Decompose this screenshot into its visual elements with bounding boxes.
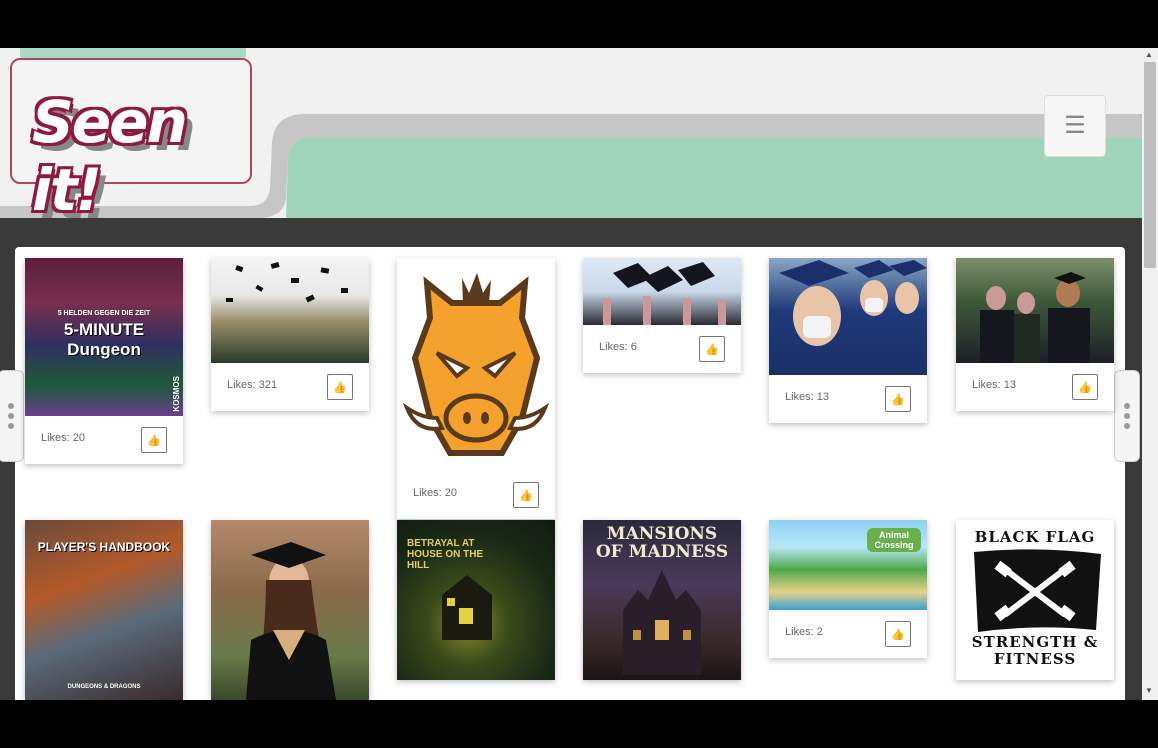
vertical-scrollbar[interactable]: ▲ ▼ [1142, 48, 1158, 700]
card-players-handbook[interactable]: PLAYER'S HANDBOOK DUNGEONS & DRAGONS [25, 520, 183, 700]
card-caption: PLAYER'S HANDBOOK [37, 540, 171, 554]
thumbs-up-icon: 👍 [891, 628, 905, 641]
thumbs-up-icon: 👍 [891, 393, 905, 406]
hamburger-icon: ☰ [1064, 112, 1086, 139]
card-image: PLAYER'S HANDBOOK DUNGEONS & DRAGONS [25, 520, 183, 700]
card-footer: Likes: 6 👍 [583, 325, 741, 373]
card-footer: Likes: 2 👍 [769, 610, 927, 658]
dot-icon [1124, 413, 1130, 419]
like-button[interactable]: 👍 [327, 374, 353, 400]
card-graduation-caps-toss[interactable]: Likes: 321 👍 [211, 258, 369, 411]
menu-toggle-button[interactable]: ☰ [1044, 95, 1106, 157]
likes-count: Likes: 20 [41, 432, 86, 444]
card-image: BETRAYAL AT HOUSE ON THE HILL [397, 520, 555, 680]
thumbs-up-icon: 👍 [1078, 381, 1092, 394]
card-caption: BLACK FLAG [974, 528, 1096, 546]
boar-illustration [402, 273, 550, 456]
right-drawer-handle[interactable] [1114, 370, 1140, 462]
logo-text: Seen it! [32, 88, 188, 224]
card-image [583, 258, 741, 325]
card-caption: 5-MINUTE Dungeon [63, 320, 145, 359]
like-button[interactable]: 👍 [513, 482, 539, 508]
card-image [397, 258, 555, 471]
card-footer: Likes: 20 👍 [25, 416, 183, 464]
likes-count: Likes: 13 [785, 391, 830, 403]
left-drawer-handle[interactable] [0, 370, 24, 462]
card-animal-crossing[interactable]: Animal Crossing Likes: 2 👍 [769, 520, 927, 658]
card-image [211, 520, 369, 700]
card-footer: Likes: 13 👍 [769, 375, 927, 423]
card-image [956, 258, 1114, 363]
card-caption: MANSIONS OF MADNESS [595, 524, 729, 562]
card-image [211, 258, 369, 363]
like-button[interactable]: 👍 [1072, 374, 1098, 400]
card-image: Animal Crossing [769, 520, 927, 610]
card-betrayal-house-on-the-hill[interactable]: BETRAYAL AT HOUSE ON THE HILL [397, 520, 555, 680]
likes-count: Likes: 20 [413, 487, 458, 499]
card-grunt-boar-logo[interactable]: Likes: 20 👍 [397, 258, 555, 519]
graduates-illustration [980, 272, 1090, 363]
card-header-text: 5 HELDEN GEGEN DIE ZEIT [57, 310, 151, 317]
dot-icon [8, 413, 14, 419]
card-footer: Likes: 13 👍 [956, 363, 1114, 411]
dot-icon [8, 403, 14, 409]
header: Seen it! ☰ [0, 48, 1142, 224]
caps-illustration [226, 262, 348, 303]
card-image: 5 HELDEN GEGEN DIE ZEIT 5-MINUTE Dungeon… [25, 258, 183, 416]
caps-illustration [603, 262, 726, 325]
card-subcaption: STRENGTH & FITNESS [971, 633, 1099, 669]
graduates-illustration [779, 260, 927, 346]
dot-icon [8, 423, 14, 429]
thumbs-up-icon: 👍 [147, 434, 161, 447]
card-subcaption: KOSMOS [172, 376, 181, 412]
card-caption: Animal Crossing [867, 528, 921, 552]
thumbs-up-icon: 👍 [519, 489, 533, 502]
like-button[interactable]: 👍 [885, 621, 911, 647]
logo[interactable]: Seen it! [10, 58, 252, 224]
likes-count: Likes: 321 [227, 379, 278, 391]
card-black-flag-fitness[interactable]: BLACK FLAG STRENGTH & FITNESS [956, 520, 1114, 680]
card-image: MANSIONS OF MADNESS [583, 520, 741, 680]
thumbs-up-icon: 👍 [705, 343, 719, 356]
card-footer: Likes: 321 👍 [211, 363, 369, 411]
like-button[interactable]: 👍 [885, 386, 911, 412]
card-caption: BETRAYAL AT HOUSE ON THE HILL [407, 538, 484, 571]
scrollbar-thumb[interactable] [1144, 62, 1156, 268]
like-button[interactable]: 👍 [141, 427, 167, 453]
thumbs-up-icon: 👍 [333, 381, 347, 394]
like-button[interactable]: 👍 [699, 336, 725, 362]
scroll-up-arrow-icon[interactable]: ▲ [1145, 50, 1153, 59]
likes-count: Likes: 2 [785, 626, 823, 638]
card-graduate-portrait[interactable] [211, 520, 369, 700]
card-footer: Likes: 20 👍 [397, 471, 555, 519]
card-mansions-of-madness[interactable]: MANSIONS OF MADNESS [583, 520, 741, 680]
likes-count: Likes: 6 [599, 341, 637, 353]
dot-icon [1124, 403, 1130, 409]
card-subcaption: DUNGEONS & DRAGONS [67, 684, 141, 690]
likes-count: Likes: 13 [972, 379, 1017, 391]
dot-icon [1124, 423, 1130, 429]
card-image [769, 258, 927, 375]
scroll-down-arrow-icon[interactable]: ▼ [1145, 686, 1153, 695]
card-graduation-hands-caps[interactable]: Likes: 6 👍 [583, 258, 741, 373]
card-image: BLACK FLAG STRENGTH & FITNESS [956, 520, 1114, 680]
app-screen: Seen it! ☰ 5 HELDEN GEGEN DIE ZEIT 5-MIN… [0, 48, 1158, 700]
card-graduates-masks[interactable]: Likes: 13 👍 [769, 258, 927, 423]
card-five-minute-dungeon[interactable]: 5 HELDEN GEGEN DIE ZEIT 5-MINUTE Dungeon… [25, 258, 183, 464]
graduate-illustration [246, 542, 336, 700]
card-graduates-thumbs-up[interactable]: Likes: 13 👍 [956, 258, 1114, 411]
